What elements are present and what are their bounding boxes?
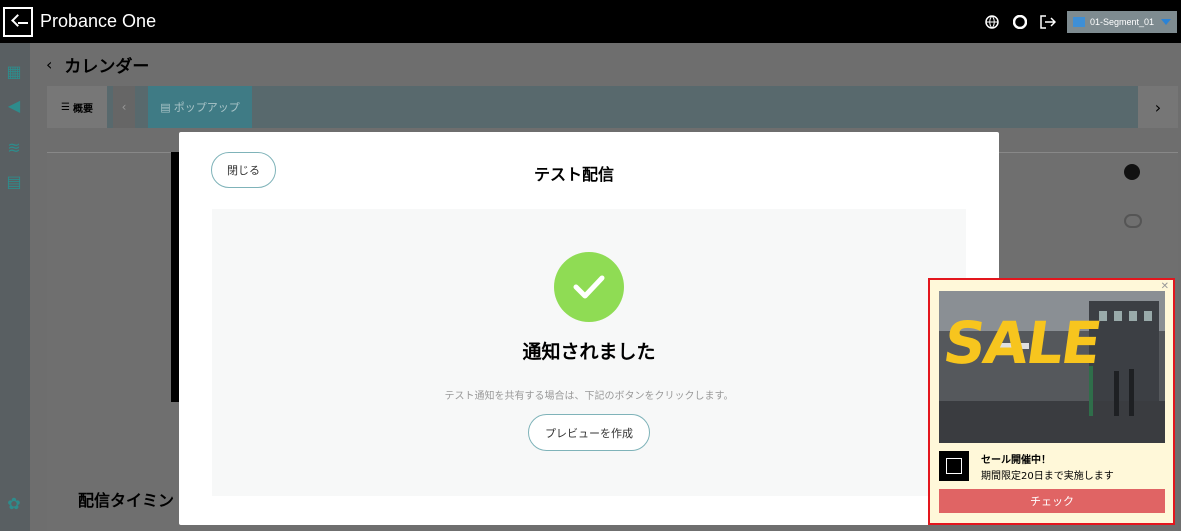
sale-popup: ✕ SALE セール開催中！ 期間限定20日まで実施します チェック <box>928 278 1175 525</box>
megaphone-icon[interactable]: ◀ <box>5 96 23 115</box>
dashboard-icon[interactable]: ▦ <box>5 62 23 81</box>
top-icons: 01-Segment_01 <box>983 0 1181 43</box>
check-button[interactable]: チェック <box>939 489 1165 513</box>
tab-prev-button[interactable]: ‹ <box>113 86 135 128</box>
tab-next-button[interactable]: › <box>1138 86 1178 128</box>
share-description: テスト通知を共有する場合は、下記のボタンをクリックします。 <box>444 391 734 402</box>
popup-subtitle: 期間限定20日まで実施します <box>981 471 1114 482</box>
segment-icon <box>1073 16 1085 27</box>
popup-title: セール開催中！ <box>981 455 1051 466</box>
report-icon[interactable]: ▤ <box>5 172 23 191</box>
modal-title: テスト配信 <box>533 165 614 184</box>
tab-overview-label: 概要 <box>72 103 93 115</box>
sidebar: ▦ ◀ ≋ ▤ ✿ <box>0 43 30 531</box>
top-bar: Probance One 01-Segment_01 <box>0 0 1181 43</box>
tab-popup-label: ポップアップ <box>173 101 240 114</box>
page-header: ‹ カレンダー <box>30 43 1181 85</box>
chevron-down-icon <box>1161 18 1171 25</box>
logout-icon[interactable] <box>1039 13 1057 31</box>
edit-icon[interactable] <box>1124 164 1140 180</box>
help-icon[interactable] <box>1011 13 1029 31</box>
app-logo[interactable] <box>3 6 33 37</box>
popup-tab-icon: ▤ <box>160 100 171 114</box>
success-title: 通知されました <box>522 341 656 363</box>
create-preview-button[interactable]: プレビューを作成 <box>528 414 650 451</box>
tab-popup[interactable]: ▤ ポップアップ <box>148 86 252 128</box>
modal-body: 通知されました テスト通知を共有する場合は、下記のボタンをクリックします。 プレ… <box>212 209 966 496</box>
popup-logo <box>939 451 969 481</box>
gear-icon[interactable]: ✿ <box>5 494 23 513</box>
back-icon[interactable]: ‹ <box>46 55 52 74</box>
tab-bar: ☰ 概要 ‹ ▤ ポップアップ › <box>47 86 1178 128</box>
check-icon <box>554 252 624 322</box>
tab-overview[interactable]: ☰ 概要 <box>47 86 107 128</box>
sale-text: SALE <box>939 309 1105 377</box>
overview-icon: ☰ <box>61 101 70 113</box>
preview-frame <box>171 152 179 402</box>
globe-icon[interactable] <box>983 13 1001 31</box>
segment-label: 01-Segment_01 <box>1090 16 1155 27</box>
analytics-icon[interactable]: ≋ <box>5 138 23 157</box>
sale-image: SALE <box>939 291 1165 443</box>
page-title: カレンダー <box>64 56 150 77</box>
segment-select[interactable]: 01-Segment_01 <box>1067 10 1177 33</box>
timing-label: 配信タイミン <box>78 491 175 510</box>
test-send-modal: 閉じる テスト配信 通知されました テスト通知を共有する場合は、下記のボタンをク… <box>179 132 999 525</box>
toggle-icon[interactable] <box>1124 214 1142 228</box>
app-title: Probance One <box>40 11 157 31</box>
